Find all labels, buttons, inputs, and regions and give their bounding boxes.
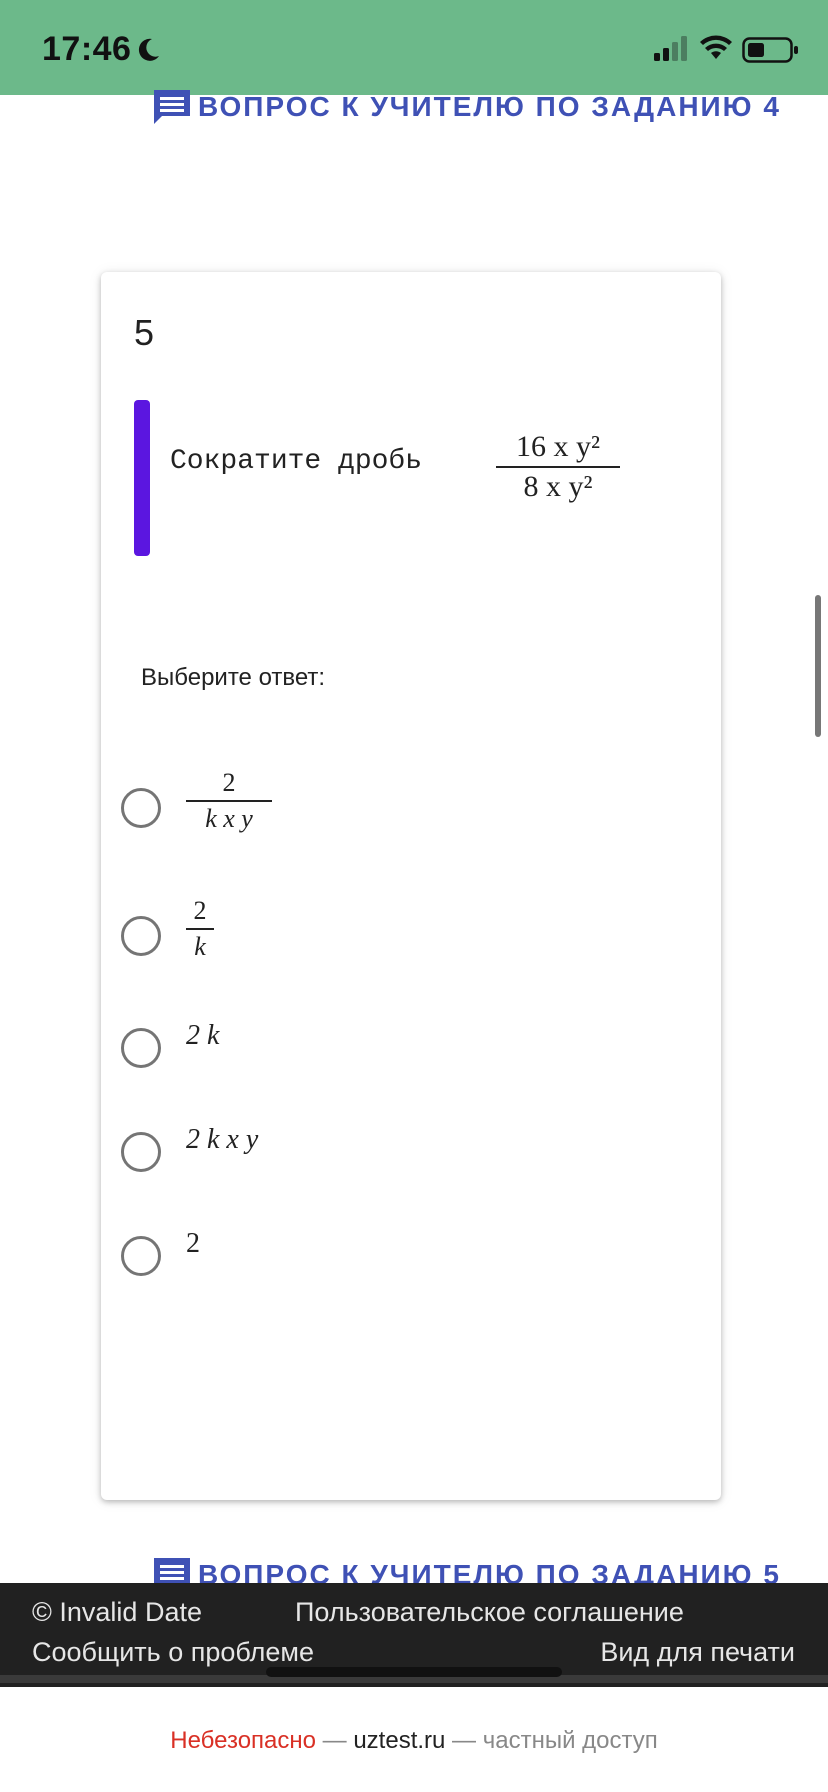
question-fraction: 16 x y² 8 x y² (496, 430, 620, 504)
status-time: 17:46 (42, 30, 132, 68)
choose-answer-label: Выберите ответ: (141, 664, 326, 691)
fraction-denominator: 8 x y² (523, 470, 593, 503)
answer-option-4[interactable]: 2 k x y (121, 1112, 681, 1192)
question-number: 5 (134, 312, 155, 353)
option-numerator: 2 (222, 768, 236, 797)
answer-option-5[interactable]: 2 (121, 1216, 681, 1296)
fraction-bar (186, 800, 272, 802)
fraction-bar (186, 928, 214, 930)
url-separator: — (315, 1727, 354, 1754)
radio-button[interactable] (121, 1236, 161, 1276)
chat-icon (154, 90, 190, 124)
question-text: Сократите дробь (170, 446, 423, 477)
option-value: 2 k x y (186, 1124, 259, 1155)
url-separator: — (445, 1727, 483, 1754)
user-agreement-link[interactable]: Пользовательское соглашение (295, 1597, 684, 1628)
url-line[interactable]: Небезопасно — uztest.ru — частный доступ (0, 1727, 828, 1755)
private-mode-label: частный доступ (482, 1727, 658, 1754)
ask-teacher-label: ВОПРОС К УЧИТЕЛЮ ПО ЗАДАНИЮ 4 (198, 91, 781, 122)
home-indicator[interactable] (266, 1667, 562, 1677)
option-denominator: k (194, 932, 206, 961)
radio-button[interactable] (121, 916, 161, 956)
option-denominator: k x y (205, 804, 253, 833)
copyright-text: © Invalid Date (32, 1597, 202, 1627)
option-value: 2 (186, 1228, 200, 1259)
question-stem: Сократите дробь 16 x y² 8 x y² (134, 400, 620, 556)
fraction-bar (496, 466, 620, 468)
radio-button[interactable] (121, 1028, 161, 1068)
radio-button[interactable] (121, 1132, 161, 1172)
browser-url-bar[interactable]: Небезопасно — uztest.ru — частный доступ (0, 1687, 828, 1792)
status-bar: 17:46 (0, 0, 828, 95)
option-value: 2 k (186, 1020, 220, 1051)
fraction-numerator: 16 x y² (516, 430, 600, 463)
report-problem-link[interactable]: Сообщить о проблеме (32, 1637, 314, 1668)
print-view-link[interactable]: Вид для печати (600, 1637, 795, 1668)
option-numerator: 2 (193, 896, 207, 925)
page-scrollbar[interactable] (815, 595, 821, 737)
insecure-label: Небезопасно (170, 1727, 316, 1754)
option-fraction: 2 k x y (186, 768, 272, 834)
url-domain: uztest.ru (353, 1727, 446, 1754)
signal-icon (654, 36, 687, 61)
answer-option-3[interactable]: 2 k (121, 1008, 681, 1088)
moon-icon (138, 38, 159, 61)
answer-option-2[interactable]: 2 k (121, 896, 681, 976)
ask-teacher-link-4[interactable]: ВОПРОС К УЧИТЕЛЮ ПО ЗАДАНИЮ 4 (152, 88, 781, 126)
answer-option-1[interactable]: 2 k x y (121, 768, 681, 848)
battery-icon (742, 37, 798, 63)
option-fraction: 2 k (186, 896, 214, 962)
question-card: 5 Сократите дробь 16 x y² 8 x y² Выберит… (101, 272, 721, 1500)
wifi-icon (700, 35, 732, 59)
question-accent-bar (134, 400, 150, 556)
radio-button[interactable] (121, 788, 161, 828)
